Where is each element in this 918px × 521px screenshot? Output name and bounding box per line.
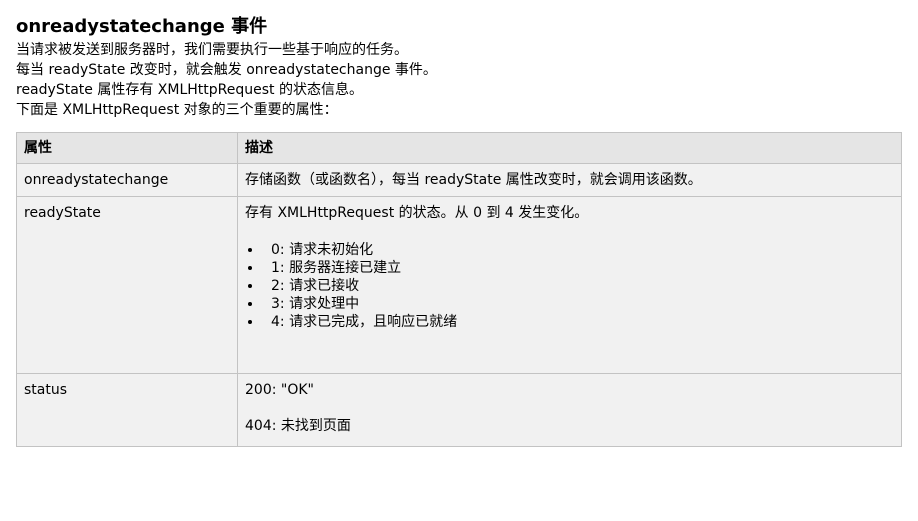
- table-row: status 200: "OK" 404: 未找到页面: [16, 373, 902, 447]
- list-item: 2: 请求已接收: [263, 277, 894, 295]
- status-ok-text: 200: "OK": [245, 382, 314, 398]
- status-not-found-text: 404: 未找到页面: [245, 418, 351, 434]
- header-property: 属性: [16, 132, 238, 164]
- article-content: onreadystatechange 事件 当请求被发送到服务器时，我们需要执行…: [0, 0, 918, 447]
- section-title: onreadystatechange 事件: [16, 16, 268, 37]
- table-intro-paragraph: 下面是 XMLHttpRequest 对象的三个重要的属性：: [16, 102, 338, 118]
- description-text: 存有 XMLHttpRequest 的状态。从 0 到 4 发生变化。: [245, 205, 589, 221]
- intro-paragraph: 当请求被发送到服务器时，我们需要执行一些基于响应的任务。: [16, 42, 408, 58]
- list-item: 1: 服务器连接已建立: [263, 259, 894, 277]
- property-cell: readyState: [16, 196, 238, 374]
- readystate-info-paragraph: readyState 属性存有 XMLHttpRequest 的状态信息。: [16, 82, 363, 98]
- list-item: 0: 请求未初始化: [263, 241, 894, 259]
- property-cell: onreadystatechange: [16, 163, 238, 197]
- readystate-trigger-paragraph: 每当 readyState 改变时，就会触发 onreadystatechang…: [16, 62, 437, 78]
- list-item: 3: 请求处理中: [263, 295, 894, 313]
- table-header-row: 属性 描述: [16, 132, 902, 164]
- description-cell: 存储函数（或函数名），每当 readyState 属性改变时，就会调用该函数。: [237, 163, 902, 197]
- description-cell: 200: "OK" 404: 未找到页面: [237, 373, 902, 447]
- properties-table: 属性 描述 onreadystatechange 存储函数（或函数名），每当 r…: [16, 132, 902, 447]
- table-row: onreadystatechange 存储函数（或函数名），每当 readySt…: [16, 163, 902, 197]
- readystate-list: 0: 请求未初始化 1: 服务器连接已建立 2: 请求已接收 3: 请求处理中 …: [245, 241, 894, 331]
- list-item: 4: 请求已完成，且响应已就绪: [263, 313, 894, 331]
- description-cell: 存有 XMLHttpRequest 的状态。从 0 到 4 发生变化。 0: 请…: [237, 196, 902, 374]
- property-cell: status: [16, 373, 238, 447]
- table-row: readyState 存有 XMLHttpRequest 的状态。从 0 到 4…: [16, 196, 902, 374]
- header-description: 描述: [237, 132, 902, 164]
